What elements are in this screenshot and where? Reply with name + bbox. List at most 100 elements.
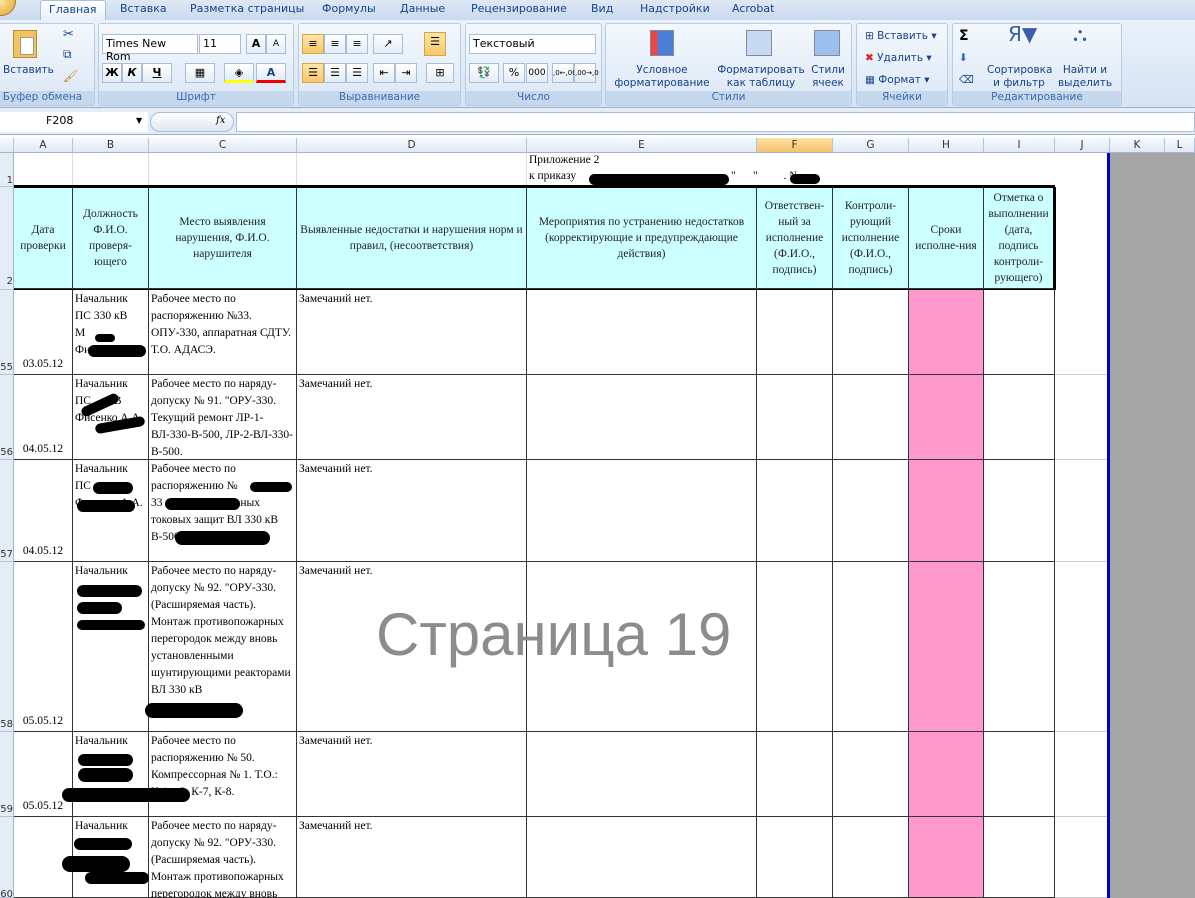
tab-view[interactable]: Вид xyxy=(591,2,613,15)
autosum-button[interactable]: Σ xyxy=(959,29,969,43)
row-header[interactable]: 57 xyxy=(0,460,14,562)
tab-data[interactable]: Данные xyxy=(400,2,445,15)
cell-deadline[interactable] xyxy=(909,375,984,460)
cell-place[interactable]: Рабочее место по наряду-допуску № 91. "О… xyxy=(149,375,297,460)
cell-date[interactable]: 05.05.12 xyxy=(14,732,73,817)
cell-j[interactable] xyxy=(1055,460,1110,562)
cell-finding[interactable]: Замечаний нет. xyxy=(297,290,527,375)
column-header-h[interactable]: H xyxy=(909,138,984,153)
column-header-a[interactable]: A xyxy=(14,138,73,153)
cell-inspector[interactable]: Начальник ПС 330 кВ М Фисенко А.А. xyxy=(73,290,149,375)
cell-responsible[interactable] xyxy=(757,732,833,817)
copy-icon[interactable]: ⧉ xyxy=(63,48,72,61)
fill-icon[interactable]: ⬇ xyxy=(959,52,968,65)
row-header-2[interactable]: 2 xyxy=(0,187,14,290)
row-header[interactable]: 58 xyxy=(0,562,14,732)
formula-input[interactable] xyxy=(236,112,1195,132)
cell-finding[interactable]: Замечаний нет. xyxy=(297,817,527,898)
cell-date[interactable]: 05.05.12 xyxy=(14,562,73,732)
tab-home[interactable]: Главная xyxy=(40,0,106,20)
align-top-icon[interactable]: ≡ xyxy=(302,34,324,54)
column-header-k[interactable]: K xyxy=(1110,138,1165,153)
cell-date[interactable]: 04.05.12 xyxy=(14,460,73,562)
cell-deadline[interactable] xyxy=(909,732,984,817)
format-as-table-button[interactable]: Форматировать как таблицу xyxy=(716,64,806,90)
align-bottom-icon[interactable]: ≡ xyxy=(346,34,368,54)
percent-button[interactable]: % xyxy=(503,63,525,83)
insert-cells-button[interactable]: ⊞ Вставить ▾ xyxy=(865,30,937,43)
cell-place[interactable]: Рабочее место по наряду-допуску № 92. "О… xyxy=(149,817,297,898)
cell-place[interactable]: Рабочее место по распоряжению № 50. Комп… xyxy=(149,732,297,817)
cell-controller[interactable] xyxy=(833,562,909,732)
name-box-dropdown-icon[interactable]: ▼ xyxy=(136,116,142,125)
tab-addins[interactable]: Надстройки xyxy=(640,2,710,15)
cell-controller[interactable] xyxy=(833,817,909,898)
cell-date[interactable]: 04.05.12 xyxy=(14,375,73,460)
align-middle-icon[interactable]: ≡ xyxy=(324,34,346,54)
cell-measures[interactable] xyxy=(527,290,757,375)
fx-button[interactable]: fx xyxy=(216,115,225,126)
align-right-icon[interactable]: ☰ xyxy=(346,63,368,83)
tab-acrobat[interactable]: Acrobat xyxy=(732,2,774,15)
decrease-indent-icon[interactable]: ⇤ xyxy=(373,63,395,83)
bold-button[interactable]: Ж xyxy=(102,63,122,83)
column-header-j[interactable]: J xyxy=(1055,138,1110,153)
cell-completion[interactable] xyxy=(984,732,1055,817)
cell-j[interactable] xyxy=(1055,817,1110,898)
cell-responsible[interactable] xyxy=(757,460,833,562)
cell-date[interactable]: 03.05.12 xyxy=(14,290,73,375)
cell-finding[interactable]: Замечаний нет. xyxy=(297,375,527,460)
cell-j[interactable] xyxy=(1055,375,1110,460)
cell-j[interactable] xyxy=(1055,732,1110,817)
office-button[interactable] xyxy=(0,0,16,16)
cell-finding[interactable]: Замечаний нет. xyxy=(297,732,527,817)
cell-completion[interactable] xyxy=(984,290,1055,375)
column-header-l[interactable]: L xyxy=(1165,138,1195,153)
row-header[interactable]: 59 xyxy=(0,732,14,817)
cell-completion[interactable] xyxy=(984,375,1055,460)
cut-icon[interactable]: ✂ xyxy=(63,28,74,41)
column-header-b[interactable]: B xyxy=(73,138,149,153)
select-all-corner[interactable] xyxy=(0,138,14,153)
font-name-select[interactable]: Times New Rom xyxy=(102,34,198,63)
align-left-icon[interactable]: ☰ xyxy=(302,63,324,83)
row-header-1[interactable]: 1 xyxy=(0,153,14,187)
cell-deadline[interactable] xyxy=(909,460,984,562)
paste-button[interactable]: Вставить xyxy=(3,64,54,77)
order-label[interactable]: к приказу xyxy=(529,170,576,182)
italic-button[interactable]: К xyxy=(122,63,142,83)
column-header-e[interactable]: E xyxy=(527,138,757,153)
thousands-button[interactable]: 000 xyxy=(526,63,548,83)
cell-completion[interactable] xyxy=(984,460,1055,562)
number-format-select[interactable]: Текстовый xyxy=(469,34,596,54)
cell-completion[interactable] xyxy=(984,817,1055,898)
column-header-c[interactable]: C xyxy=(149,138,297,153)
row-header[interactable]: 56 xyxy=(0,375,14,460)
cell-measures[interactable] xyxy=(527,375,757,460)
cell-place[interactable]: Рабочее место по распоряжению № 33 резер… xyxy=(149,460,297,562)
wrap-text-icon[interactable]: ☰ xyxy=(424,32,446,56)
cell-deadline[interactable] xyxy=(909,562,984,732)
cell-place[interactable]: Рабочее место по распоряжению №33. ОПУ-3… xyxy=(149,290,297,375)
row-header[interactable]: 60 xyxy=(0,817,14,898)
orientation-icon[interactable]: ↗ xyxy=(373,34,403,54)
column-header-f[interactable]: F xyxy=(757,138,833,153)
cell-measures[interactable] xyxy=(527,732,757,817)
row-header[interactable]: 55 xyxy=(0,290,14,375)
format-cells-button[interactable]: ▦ Формат ▾ xyxy=(865,74,929,87)
sort-filter-button[interactable]: Сортировка и фильтр xyxy=(987,64,1052,90)
conditional-formatting-button[interactable]: Условное форматирование xyxy=(608,64,716,90)
currency-icon[interactable]: 💱 xyxy=(469,63,499,83)
increase-decimal-button[interactable]: ,0←,00 xyxy=(552,63,577,83)
align-center-icon[interactable]: ☰ xyxy=(324,63,346,83)
find-select-button[interactable]: Найти и выделить xyxy=(1053,64,1117,90)
cell-responsible[interactable] xyxy=(757,562,833,732)
cell-j[interactable] xyxy=(1055,290,1110,375)
grow-font-button[interactable]: A xyxy=(246,34,266,54)
clear-icon[interactable]: ⌫ xyxy=(959,74,974,87)
cell-completion[interactable] xyxy=(984,562,1055,732)
tab-insert[interactable]: Вставка xyxy=(120,2,167,15)
cell-responsible[interactable] xyxy=(757,817,833,898)
column-header-d[interactable]: D xyxy=(297,138,527,153)
cell-controller[interactable] xyxy=(833,732,909,817)
